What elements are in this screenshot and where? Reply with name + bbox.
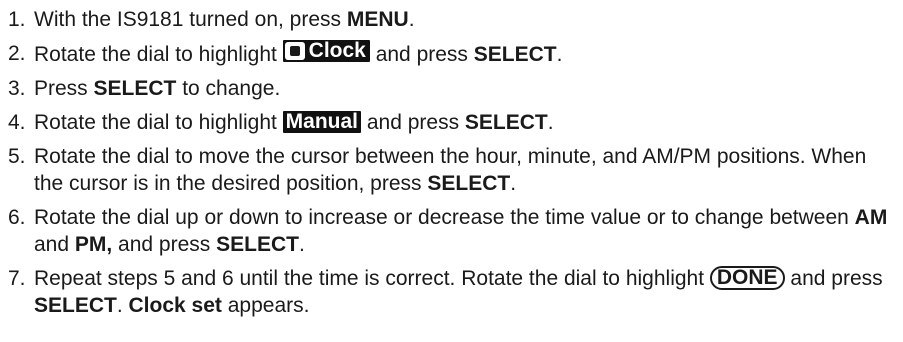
- clock-icon: [284, 42, 305, 60]
- step-text: and press: [784, 267, 883, 290]
- step-5: 5. Rotate the dial to move the cursor bet…: [8, 143, 898, 197]
- clock-menu-label: Clock: [308, 39, 366, 62]
- step-text: Rotate the dial to highlight: [34, 43, 283, 66]
- select-key-label: SELECT: [34, 294, 117, 317]
- step-7: 7. Repeat steps 5 and 6 until the time is…: [8, 265, 898, 319]
- step-6: 6. Rotate the dial up or down to increase…: [8, 204, 898, 258]
- step-text: .: [298, 233, 305, 256]
- step-number: 3.: [8, 77, 26, 100]
- select-key-label: SELECT: [216, 233, 299, 256]
- step-4: 4. Rotate the dial to highlight Manual an…: [8, 109, 898, 136]
- step-text: With the IS9181 turned on, press: [34, 8, 347, 31]
- step-text: .: [547, 111, 554, 134]
- clock-set-label: Clock set: [128, 294, 222, 317]
- step-text: .: [556, 43, 563, 66]
- step-number: 6.: [8, 206, 26, 229]
- manual-menu-highlight: Manual: [282, 111, 362, 133]
- step-3: 3. Press SELECT to change.: [8, 75, 898, 102]
- step-text: Press: [34, 77, 94, 100]
- menu-key-label: MENU: [346, 8, 409, 31]
- step-text: .: [116, 294, 129, 317]
- step-number: 1.: [8, 8, 26, 31]
- step-text: Rotate the dial to highlight: [34, 111, 283, 134]
- am-label: AM: [854, 206, 888, 229]
- instruction-steps: 1. With the IS9181 turned on, press MENU.…: [8, 6, 898, 326]
- step-text: and press: [112, 233, 217, 256]
- step-text: and press: [361, 111, 465, 134]
- done-button-graphic: DONE: [709, 266, 785, 290]
- select-key-label: SELECT: [464, 111, 548, 134]
- select-key-label: SELECT: [427, 172, 511, 195]
- select-key-label: SELECT: [93, 77, 177, 100]
- select-key-label: SELECT: [473, 43, 557, 66]
- step-text: .: [510, 172, 517, 195]
- step-number: 7.: [8, 267, 26, 290]
- step-number: 4.: [8, 111, 26, 134]
- clock-menu-highlight: Clock: [282, 39, 370, 62]
- step-text: and press: [369, 43, 474, 66]
- step-text: .: [408, 8, 415, 31]
- pm-label: PM,: [74, 233, 113, 256]
- step-text: Repeat steps 5 and 6 until the time is c…: [34, 267, 710, 290]
- step-text: Rotate the dial up or down to increase o…: [34, 206, 855, 229]
- step-1: 1. With the IS9181 turned on, press MENU.: [8, 6, 898, 33]
- step-text: appears.: [221, 294, 310, 317]
- step-number: 2.: [8, 42, 26, 65]
- step-2: 2. Rotate the dial to highlight Clock and…: [8, 40, 898, 68]
- step-text: and: [34, 233, 75, 256]
- step-text: to change.: [176, 77, 281, 100]
- step-number: 5.: [8, 145, 26, 168]
